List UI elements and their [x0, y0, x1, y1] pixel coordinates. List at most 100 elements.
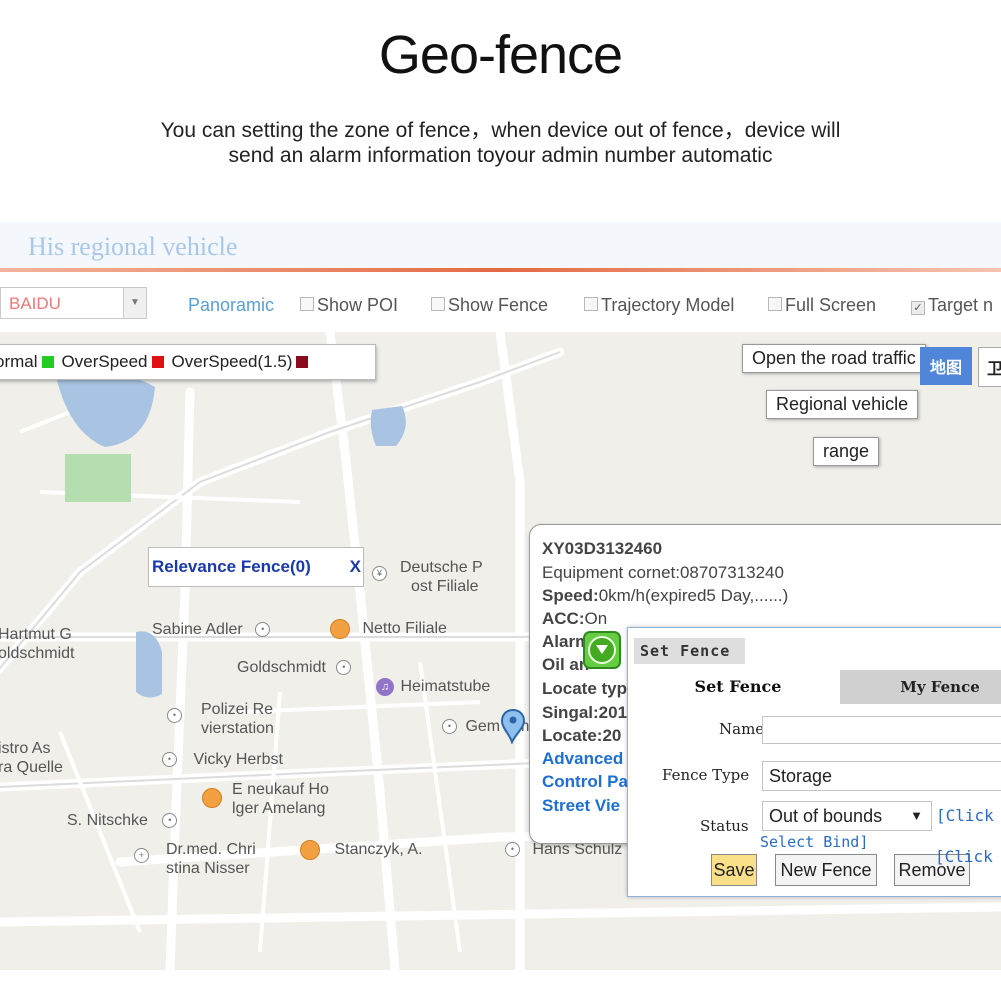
- street-view-link[interactable]: Street Vie: [542, 796, 620, 816]
- location-dot-icon: •: [162, 752, 177, 768]
- poi-goldschmidt-label: Goldschmidt: [237, 659, 326, 676]
- trajectory-model-label: Trajectory Model: [601, 295, 735, 315]
- location-pin-icon[interactable]: [500, 708, 526, 744]
- satellite-view-tab[interactable]: 卫: [978, 347, 1001, 387]
- range-button[interactable]: range: [813, 437, 880, 466]
- poi-stanczyk[interactable]: Stanczyk, A.: [300, 840, 423, 860]
- poi-hartmut[interactable]: Hartmut G oldschmidt: [0, 625, 74, 663]
- poi-heimatstube-label: Heimatstube: [400, 678, 491, 695]
- legend-normal-swatch: [41, 356, 54, 368]
- show-fence-checkbox[interactable]: Show Fence: [431, 295, 548, 316]
- road-traffic-button[interactable]: Open the road traffic: [742, 344, 926, 373]
- poi-goldschmidt[interactable]: Goldschmidt •: [237, 658, 352, 677]
- tab-my-fence[interactable]: My Fence: [840, 670, 1001, 704]
- tab-set-fence[interactable]: Set Fence: [638, 670, 838, 704]
- yen-icon: ¥: [372, 566, 387, 581]
- app-header: His regional vehicle: [0, 222, 1001, 268]
- location-dot-icon: •: [505, 842, 520, 858]
- poi-eneukauf-line2: lger Amelang: [232, 800, 326, 817]
- save-button[interactable]: Save: [711, 854, 757, 886]
- chevron-down-icon[interactable]: ▼: [910, 802, 923, 830]
- checkbox-checked-icon[interactable]: ✓: [911, 301, 925, 315]
- poi-bistro[interactable]: istro As ra Quelle: [0, 739, 63, 777]
- fence-name-input[interactable]: [762, 716, 1001, 744]
- poi-polizei-line2: vierstation: [201, 720, 274, 737]
- full-screen-checkbox[interactable]: Full Screen: [768, 295, 876, 316]
- poi-netto[interactable]: Netto Filiale: [330, 619, 447, 639]
- poi-nitschke-label: S. Nitschke: [67, 812, 148, 829]
- poi-deutsche-line1: Deutsche P: [400, 559, 483, 576]
- poi-gem-label: Gem: [465, 718, 501, 735]
- shopping-icon: [330, 619, 350, 639]
- checkbox-icon[interactable]: [584, 297, 598, 311]
- new-fence-button[interactable]: New Fence: [775, 854, 877, 886]
- app-header-title: His regional vehicle: [28, 232, 238, 261]
- target-label: Target n: [928, 295, 994, 315]
- poi-bistro-line1: istro As: [0, 740, 51, 757]
- speed-legend: ormal OverSpeed OverSpeed(1.5): [0, 344, 376, 380]
- vehicle-marker-icon[interactable]: [582, 630, 628, 672]
- checkbox-icon[interactable]: [431, 297, 445, 311]
- panoramic-link[interactable]: Panoramic: [188, 295, 274, 316]
- click-link[interactable]: [Click: [935, 847, 993, 866]
- poi-deutsche-post[interactable]: ¥ Deutsche P ost Filiale: [372, 558, 483, 596]
- relevance-fence-label[interactable]: Relevance Fence(0): [152, 557, 311, 576]
- close-icon[interactable]: X: [350, 548, 361, 586]
- map-source-select[interactable]: BAIDU ▼: [0, 287, 147, 319]
- location-dot-icon: •: [442, 719, 457, 735]
- poi-drmed-line2: stina Nisser: [166, 860, 250, 877]
- map-canvas[interactable]: ormal OverSpeed OverSpeed(1.5) Open the ro…: [0, 332, 1001, 970]
- checkbox-icon[interactable]: [300, 297, 314, 311]
- fence-type-select[interactable]: Storage: [762, 761, 1001, 791]
- locate-label: Locate:20: [542, 726, 622, 745]
- control-panel-link[interactable]: Control Pa: [542, 772, 628, 792]
- legend-normal-label: ormal: [0, 352, 38, 371]
- poi-heimatstube[interactable]: ♫ Heimatstube: [376, 677, 490, 696]
- poi-eneukauf[interactable]: E neukauf Ho lger Amelang: [202, 780, 329, 818]
- regional-vehicle-button[interactable]: Regional vehicle: [766, 390, 919, 419]
- show-poi-label: Show POI: [317, 295, 399, 315]
- trajectory-model-checkbox[interactable]: Trajectory Model: [584, 295, 734, 316]
- map-toolbar: BAIDU ▼ Panoramic Show POI Show Fence Tr…: [0, 272, 1001, 333]
- status-select[interactable]: Out of bounds ▼: [762, 801, 932, 831]
- status-label: Status: [700, 817, 749, 835]
- fence-type-label: Fence Type: [662, 766, 750, 784]
- locate-type-label: Locate typ: [542, 679, 628, 698]
- poi-nitschke[interactable]: S. Nitschke •: [67, 811, 178, 830]
- target-checkbox[interactable]: ✓ Target n: [911, 295, 993, 316]
- signal-label: Singal:201: [542, 703, 628, 722]
- poi-sabine-adler[interactable]: Sabine Adler •: [152, 620, 271, 639]
- legend-overspeed-swatch: [151, 356, 164, 368]
- poi-netto-label: Netto Filiale: [362, 620, 447, 638]
- show-fence-label: Show Fence: [448, 295, 549, 315]
- acc-label: ACC:: [542, 609, 585, 628]
- poi-polizei-line1: Polizei Re: [201, 701, 274, 718]
- chevron-down-icon[interactable]: ▼: [123, 288, 146, 318]
- acc-row: ACC:On: [542, 609, 607, 629]
- device-id: XY03D3132460: [542, 539, 663, 558]
- poi-sabine-label: Sabine Adler: [152, 621, 243, 638]
- speed-value: 0km/h(expired5 Day,......): [598, 586, 789, 605]
- app-screenshot: His regional vehicle BAIDU ▼ Panoramic S…: [0, 222, 1001, 970]
- poi-eneukauf-line1: E neukauf Ho: [232, 781, 329, 798]
- poi-hartmut-line2: oldschmidt: [0, 645, 75, 662]
- poi-drmed[interactable]: + Dr.med. Chri stina Nisser: [134, 840, 256, 878]
- poi-polizei[interactable]: • Polizei Re vierstation: [167, 700, 274, 738]
- speed-row: Speed:0km/h(expired5 Day,......): [542, 586, 788, 606]
- checkbox-icon[interactable]: [768, 297, 782, 311]
- medical-cross-icon: +: [134, 848, 149, 863]
- location-dot-icon: •: [162, 813, 178, 829]
- click-select-bind-link[interactable]: [Click: [936, 806, 994, 825]
- poi-bistro-line2: ra Quelle: [0, 759, 63, 776]
- show-poi-checkbox[interactable]: Show POI: [300, 295, 398, 316]
- page-title: Geo-fence: [378, 25, 623, 85]
- description-line-2: send an alarm information toyour admin n…: [228, 144, 773, 167]
- poi-vicky-herbst[interactable]: • Vicky Herbst: [162, 750, 283, 769]
- speed-label: Speed:: [542, 586, 599, 605]
- select-bind-link[interactable]: Select Bind]: [760, 833, 868, 851]
- poi-stanczyk-label: Stanczyk, A.: [334, 841, 423, 859]
- advanced-link[interactable]: Advanced: [542, 749, 623, 769]
- shopping-icon: [202, 788, 222, 808]
- acc-value: On: [584, 609, 608, 628]
- map-view-tab[interactable]: 地图: [920, 347, 973, 385]
